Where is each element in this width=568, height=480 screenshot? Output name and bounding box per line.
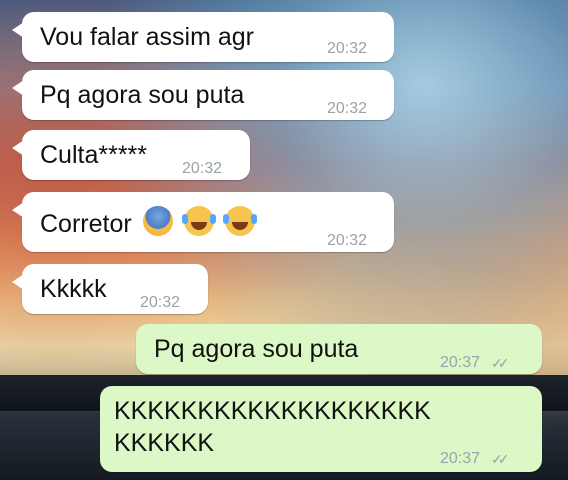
tears-of-joy-icon bbox=[222, 206, 257, 236]
message-time: 20:32 bbox=[140, 294, 181, 311]
message-time: 20:37 bbox=[440, 354, 481, 371]
read-receipt-icon: ✓✓ bbox=[491, 355, 510, 371]
fearful-face-icon bbox=[142, 206, 173, 236]
message-text: Vou falar assim agr bbox=[40, 23, 254, 51]
message-bubble-incoming[interactable]: Pq agora sou puta 20:32 bbox=[12, 70, 394, 120]
message-time: 20:32 bbox=[327, 232, 368, 249]
message-text-line1: KKKKKKKKKKKKKKKKKKK bbox=[114, 397, 431, 425]
message-time: 20:32 bbox=[182, 160, 223, 177]
message-bubble-incoming[interactable]: Corretor 20:32 bbox=[12, 192, 394, 252]
read-receipt-icon: ✓✓ bbox=[491, 451, 510, 467]
message-text-line2: KKKKKK bbox=[114, 429, 215, 457]
message-text: Pq agora sou puta bbox=[154, 335, 359, 363]
message-bubble-incoming[interactable]: Vou falar assim agr 20:32 bbox=[12, 12, 394, 62]
message-text: Kkkkk bbox=[40, 275, 107, 303]
message-text-label: Corretor bbox=[40, 210, 132, 238]
message-time: 20:37 bbox=[440, 450, 481, 467]
message-text: Corretor bbox=[40, 206, 257, 239]
message-time: 20:32 bbox=[327, 100, 368, 117]
message-text: Pq agora sou puta bbox=[40, 81, 245, 109]
message-bubble-incoming[interactable]: Culta***** 20:32 bbox=[12, 130, 250, 180]
message-text: Culta***** bbox=[40, 141, 148, 169]
message-bubble-incoming[interactable]: Kkkkk 20:32 bbox=[12, 264, 208, 314]
message-bubble-outgoing[interactable]: KKKKKKKKKKKKKKKKKKK KKKKKK 20:37 ✓✓ bbox=[100, 386, 542, 472]
tears-of-joy-icon bbox=[181, 206, 216, 236]
message-time: 20:32 bbox=[327, 40, 368, 57]
message-bubble-outgoing[interactable]: Pq agora sou puta 20:37 ✓✓ bbox=[136, 324, 542, 374]
